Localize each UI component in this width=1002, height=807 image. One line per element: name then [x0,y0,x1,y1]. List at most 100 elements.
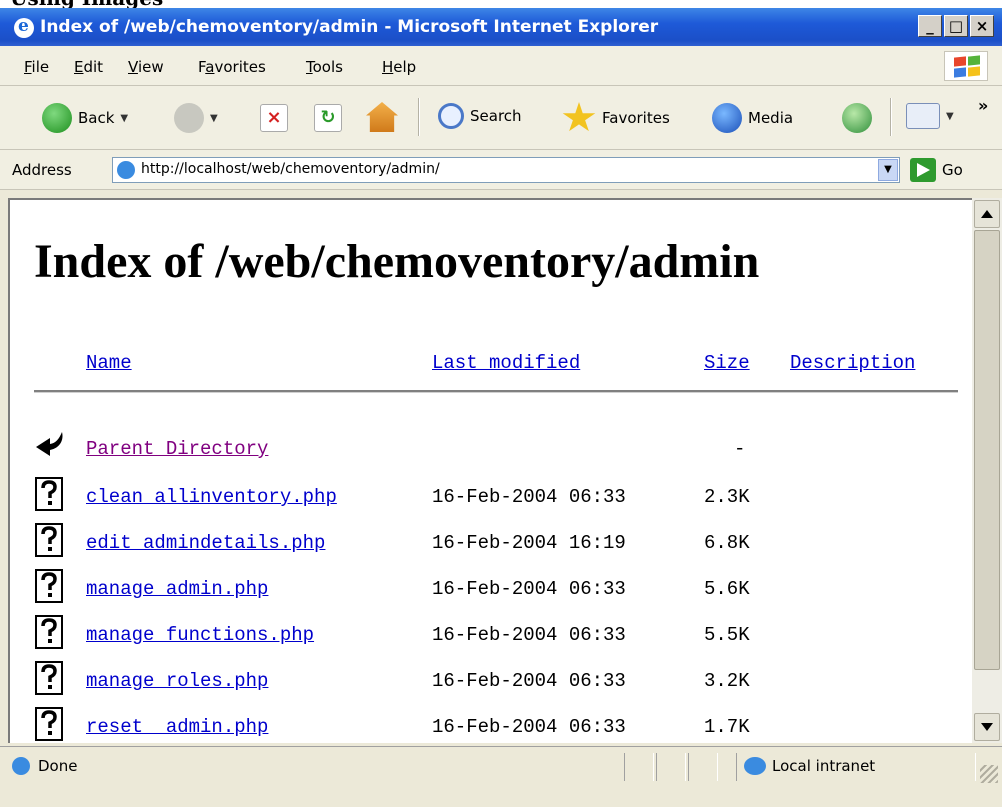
status-pane [656,753,686,781]
browser-window: Index of /web/chemoventory/admin - Micro… [0,8,1002,807]
search-button[interactable]: Search [438,103,522,129]
status-pane [624,753,654,781]
go-label: Go [942,161,963,179]
history-button[interactable] [842,103,872,133]
scroll-thumb[interactable] [974,230,1000,670]
close-button[interactable]: × [970,15,994,37]
status-pane [688,753,718,781]
page-content: Index of /web/chemoventory/admin Name La… [8,198,972,743]
toolbar-overflow-chevron[interactable]: » [978,96,988,115]
ie-logo-icon [14,16,34,38]
forward-dropdown-icon[interactable]: ▼ [210,113,218,124]
address-input[interactable]: http://localhost/web/chemoventory/admin/… [112,157,900,183]
menu-help[interactable]: Help [382,58,416,76]
menu-view-label: iew [137,58,164,76]
media-globe-icon [712,103,742,133]
status-text: Done [38,757,78,775]
page-heading: Index of /web/chemoventory/admin [34,235,760,288]
file-name-link[interactable]: manage_functions.php [86,624,314,646]
media-button[interactable]: Media [712,103,793,133]
address-url-text: http://localhost/web/chemoventory/admin/ [141,161,440,177]
column-name-link[interactable]: Name [86,352,132,374]
home-icon [366,102,398,132]
file-name-link[interactable]: clean_allinventory.php [86,486,337,508]
file-size: 6.8K [704,532,750,554]
toolbar-separator [890,98,892,136]
scroll-down-button[interactable] [974,713,1000,741]
forward-button[interactable]: ▼ [174,103,218,133]
search-icon [438,103,464,129]
unknown-file-icon [35,477,63,511]
file-row: clean_allinventory.php 16-Feb-2004 06:33… [10,476,972,522]
page-icon [117,161,135,179]
unknown-file-icon [35,707,63,741]
vertical-scrollbar[interactable] [972,198,1002,743]
scroll-down-arrow-icon [981,723,993,731]
menu-file-label: ile [31,58,50,76]
resize-grip[interactable] [980,765,998,783]
file-row: manage_admin.php 16-Feb-2004 06:33 5.6K [10,568,972,614]
mail-envelope-icon [906,103,940,129]
stop-button[interactable]: × [260,104,288,132]
menu-favorites-label: vorites [214,58,266,76]
menu-tools[interactable]: Tools [306,58,343,76]
file-size: 3.2K [704,670,750,692]
mail-dropdown-icon[interactable]: ▼ [946,111,954,122]
address-dropdown-button[interactable]: ▼ [878,159,898,181]
mail-button[interactable]: ▼ [906,103,954,129]
file-size: 2.3K [704,486,750,508]
back-button-label: Back [78,109,115,127]
toolbar-separator [418,98,420,136]
menu-help-accel: H [382,58,394,76]
unknown-file-icon [35,523,63,557]
parent-size: - [734,438,746,460]
refresh-button[interactable]: ↻ [314,104,342,132]
file-size: 1.7K [704,716,750,738]
favorites-button[interactable]: Favorites [562,102,670,134]
scroll-up-button[interactable] [974,200,1000,228]
menu-bar: File Edit View Favorites Tools Help [0,46,1002,86]
back-arrow-icon [36,432,63,456]
menu-edit[interactable]: Edit [74,58,103,76]
forward-arrow-icon [174,103,204,133]
windows-flag-icon [944,51,988,81]
parent-directory-link[interactable]: Parent Directory [86,438,268,460]
menu-favorites[interactable]: Favorites [198,58,266,76]
menu-view[interactable]: View [128,58,164,76]
stop-icon: × [260,104,288,132]
minimize-button[interactable]: _ [918,15,942,37]
go-button[interactable]: Go [910,158,963,182]
unknown-file-icon [35,661,63,695]
scroll-up-arrow-icon [981,210,993,218]
file-name-link[interactable]: manage_admin.php [86,578,268,600]
file-row: reset__admin.php 16-Feb-2004 06:33 1.7K [10,706,972,743]
media-button-label: Media [748,109,794,127]
title-bar: Index of /web/chemoventory/admin - Micro… [0,8,1002,46]
file-modified: 16-Feb-2004 06:33 [432,578,626,600]
file-modified: 16-Feb-2004 06:33 [432,486,626,508]
standard-toolbar: Back ▼ ▼ × ↻ Search Favorites Media ▼ » [0,86,1002,150]
column-size-link[interactable]: Size [704,352,750,374]
menu-edit-label: dit [83,58,104,76]
back-dropdown-icon[interactable]: ▼ [120,113,128,124]
file-row: edit_admindetails.php 16-Feb-2004 16:19 … [10,522,972,568]
column-last-modified-link[interactable]: Last modified [432,352,580,374]
menu-file[interactable]: File [24,58,49,76]
column-description-link[interactable]: Description [790,352,915,374]
back-arrow-icon [42,103,72,133]
file-row: manage_functions.php 16-Feb-2004 06:33 5… [10,614,972,660]
header-divider [34,390,958,393]
home-button[interactable] [366,102,398,132]
file-name-link[interactable]: edit_admindetails.php [86,532,325,554]
menu-file-accel: F [24,58,32,76]
menu-tools-accel: T [306,58,313,76]
file-name-link[interactable]: manage_roles.php [86,670,268,692]
maximize-button[interactable]: □ [944,15,968,37]
cropped-heading-fragment: Using Images [0,0,1002,8]
file-size: 5.6K [704,578,750,600]
search-button-label: Search [470,107,522,125]
favorites-star-icon [562,102,596,132]
file-name-link[interactable]: reset__admin.php [86,716,268,738]
refresh-icon: ↻ [314,104,342,132]
back-button[interactable]: Back ▼ [42,103,128,133]
